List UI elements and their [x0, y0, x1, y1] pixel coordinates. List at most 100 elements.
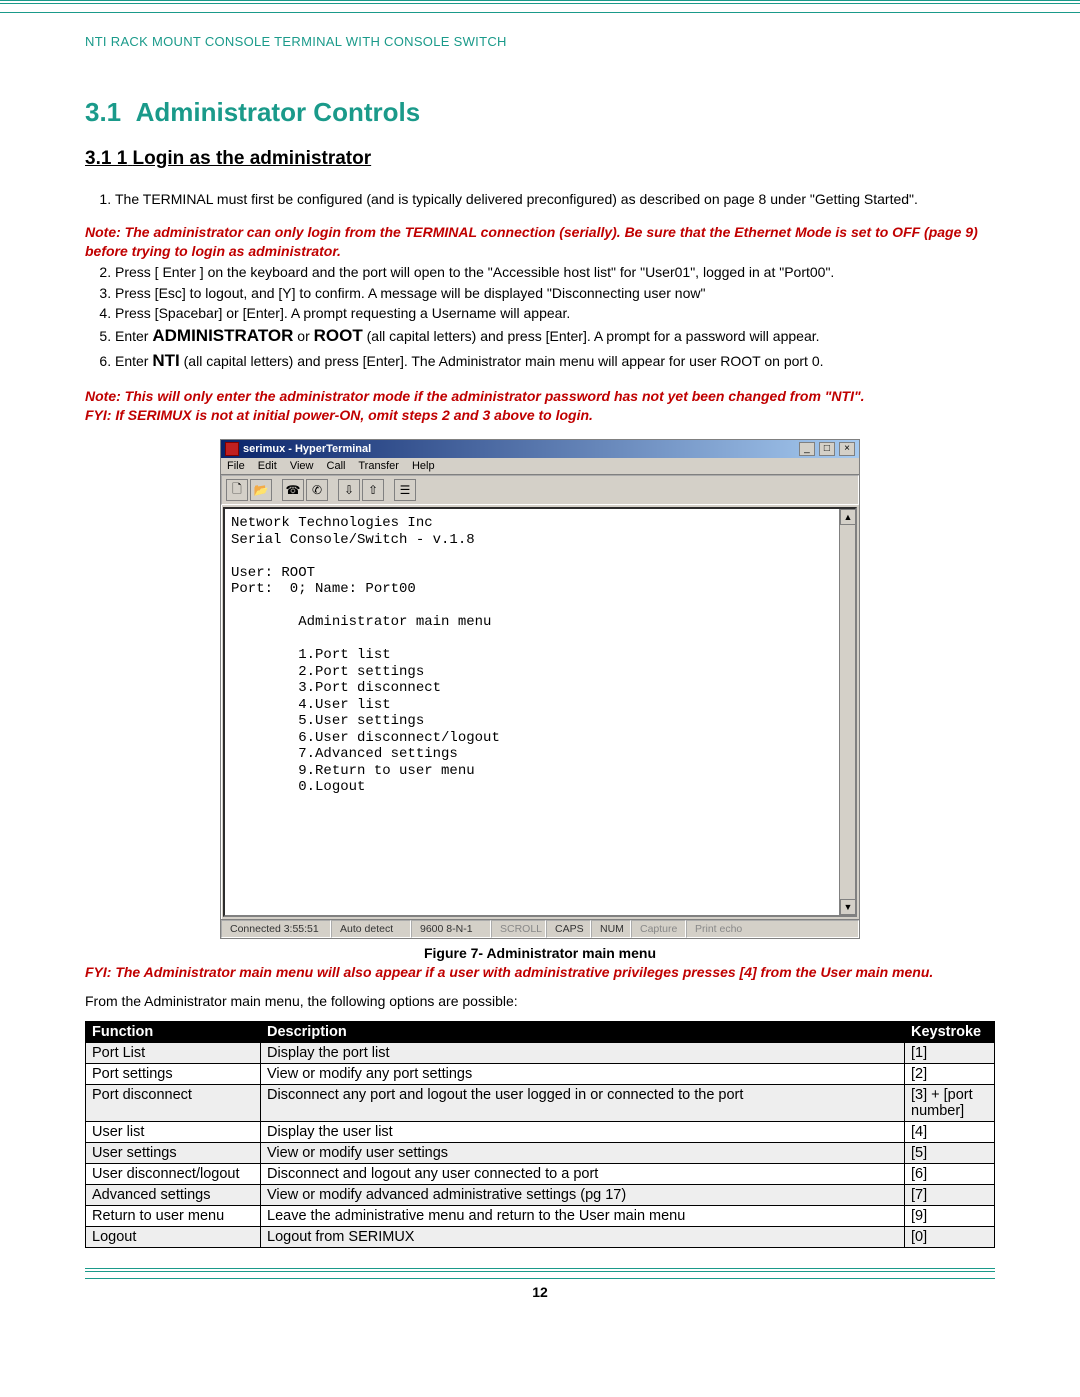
- kw-root: ROOT: [314, 326, 363, 345]
- cell-description: Logout from SERIMUX: [261, 1226, 905, 1247]
- vertical-scrollbar[interactable]: ▲ ▼: [839, 509, 855, 915]
- subsection-number: 3.1 1: [85, 148, 127, 169]
- cell-keystroke: [5]: [905, 1142, 995, 1163]
- fyi-after-figure: FYI: The Administrator main menu will al…: [85, 963, 995, 982]
- cell-description: Leave the administrative menu and return…: [261, 1205, 905, 1226]
- cell-keystroke: [3] + [port number]: [905, 1084, 995, 1121]
- table-row: Return to user menuLeave the administrat…: [86, 1205, 995, 1226]
- menu-view[interactable]: View: [290, 460, 314, 472]
- note-admin-serial: Note: The administrator can only login f…: [85, 223, 995, 261]
- figure-caption: Figure 7- Administrator main menu: [85, 945, 995, 961]
- cell-description: View or modify advanced administrative s…: [261, 1184, 905, 1205]
- cell-description: View or modify user settings: [261, 1142, 905, 1163]
- step-6-text-a: Enter: [115, 353, 152, 369]
- menu-transfer[interactable]: Transfer: [358, 460, 399, 472]
- step-5: Enter ADMINISTRATOR or ROOT (all capital…: [115, 325, 995, 348]
- footer-rule: [85, 1268, 995, 1276]
- cell-function: User list: [86, 1121, 261, 1142]
- cell-function: Advanced settings: [86, 1184, 261, 1205]
- cell-description: Disconnect and logout any user connected…: [261, 1163, 905, 1184]
- app-icon: [225, 442, 239, 456]
- subsection-heading: 3.1 1 Login as the administrator: [85, 148, 995, 170]
- running-header: NTI RACK MOUNT CONSOLE TERMINAL WITH CON…: [85, 34, 995, 49]
- toolbar: 🗋 📂 ☎ ✆ ⇩ ⇧ ☰: [221, 475, 859, 505]
- cell-function: User disconnect/logout: [86, 1163, 261, 1184]
- step-6: Enter NTI (all capital letters) and pres…: [115, 350, 995, 373]
- new-icon[interactable]: 🗋: [226, 479, 248, 501]
- scroll-down-icon[interactable]: ▼: [840, 899, 856, 915]
- section-title: Administrator Controls: [136, 97, 421, 127]
- status-baud: 9600 8-N-1: [411, 920, 491, 938]
- table-row: Advanced settingsView or modify advanced…: [86, 1184, 995, 1205]
- cell-description: Display the user list: [261, 1121, 905, 1142]
- receive-icon[interactable]: ⇧: [362, 479, 384, 501]
- function-table: Function Description Keystroke Port List…: [85, 1021, 995, 1248]
- kw-nti: NTI: [152, 351, 179, 370]
- maximize-icon[interactable]: □: [819, 442, 835, 456]
- section-number: 3.1: [85, 97, 121, 127]
- status-detect: Auto detect: [331, 920, 411, 938]
- table-row: User listDisplay the user list[4]: [86, 1121, 995, 1142]
- login-step-list-cont: Press [ Enter ] on the keyboard and the …: [85, 263, 995, 374]
- step-5-text-c: or: [293, 328, 313, 344]
- page-number: 12: [85, 1284, 995, 1300]
- subsection-title: Login as the administrator: [133, 148, 372, 169]
- table-row: Port ListDisplay the port list[1]: [86, 1042, 995, 1063]
- menu-file[interactable]: File: [227, 460, 245, 472]
- close-icon[interactable]: ×: [839, 442, 855, 456]
- cell-keystroke: [9]: [905, 1205, 995, 1226]
- step-3: Press [Esc] to logout, and [Y] to confir…: [115, 284, 995, 303]
- cell-function: Logout: [86, 1226, 261, 1247]
- note-password: Note: This will only enter the administr…: [85, 387, 995, 406]
- note-poweron: FYI: If SERIMUX is not at initial power-…: [85, 406, 995, 425]
- cell-keystroke: [6]: [905, 1163, 995, 1184]
- cell-function: User settings: [86, 1142, 261, 1163]
- terminal-body[interactable]: Network Technologies Inc Serial Console/…: [223, 507, 857, 917]
- col-description: Description: [261, 1021, 905, 1042]
- terminal-output: Network Technologies Inc Serial Console/…: [231, 515, 849, 796]
- call-icon[interactable]: ☎: [282, 479, 304, 501]
- table-row: Port disconnectDisconnect any port and l…: [86, 1084, 995, 1121]
- status-bar: Connected 3:55:51 Auto detect 9600 8-N-1…: [221, 919, 859, 938]
- cell-description: Disconnect any port and logout the user …: [261, 1084, 905, 1121]
- minimize-icon[interactable]: _: [799, 442, 815, 456]
- hangup-icon[interactable]: ✆: [306, 479, 328, 501]
- menu-edit[interactable]: Edit: [258, 460, 277, 472]
- menu-call[interactable]: Call: [327, 460, 346, 472]
- cell-keystroke: [7]: [905, 1184, 995, 1205]
- status-echo: Print echo: [686, 920, 859, 938]
- window-title: serimux - HyperTerminal: [243, 443, 371, 455]
- section-heading: 3.1 Administrator Controls: [85, 97, 995, 128]
- cell-keystroke: [0]: [905, 1226, 995, 1247]
- table-row: Port settingsView or modify any port set…: [86, 1063, 995, 1084]
- menu-bar[interactable]: File Edit View Call Transfer Help: [221, 458, 859, 475]
- cell-function: Return to user menu: [86, 1205, 261, 1226]
- hyperterminal-window: serimux - HyperTerminal _ □ × File Edit …: [220, 439, 860, 939]
- scroll-up-icon[interactable]: ▲: [840, 509, 856, 525]
- status-capture: Capture: [631, 920, 686, 938]
- window-titlebar[interactable]: serimux - HyperTerminal _ □ ×: [221, 440, 859, 458]
- cell-description: View or modify any port settings: [261, 1063, 905, 1084]
- step-2: Press [ Enter ] on the keyboard and the …: [115, 263, 995, 282]
- step-5-text-a: Enter: [115, 328, 152, 344]
- cell-keystroke: [2]: [905, 1063, 995, 1084]
- properties-icon[interactable]: ☰: [394, 479, 416, 501]
- col-keystroke: Keystroke: [905, 1021, 995, 1042]
- send-icon[interactable]: ⇩: [338, 479, 360, 501]
- table-row: User disconnect/logoutDisconnect and log…: [86, 1163, 995, 1184]
- step-6-text-c: (all capital letters) and press [Enter].…: [180, 353, 824, 369]
- note-block: Note: This will only enter the administr…: [85, 387, 995, 425]
- status-scroll: SCROLL: [491, 920, 546, 938]
- table-row: LogoutLogout from SERIMUX[0]: [86, 1226, 995, 1247]
- login-step-list: The TERMINAL must first be configured (a…: [85, 190, 995, 209]
- menu-help[interactable]: Help: [412, 460, 435, 472]
- status-time: Connected 3:55:51: [221, 920, 331, 938]
- table-row: User settingsView or modify user setting…: [86, 1142, 995, 1163]
- kw-administrator: ADMINISTRATOR: [152, 326, 293, 345]
- step-4: Press [Spacebar] or [Enter]. A prompt re…: [115, 304, 995, 323]
- table-intro-text: From the Administrator main menu, the fo…: [85, 992, 995, 1011]
- status-caps: CAPS: [546, 920, 591, 938]
- open-icon[interactable]: 📂: [250, 479, 272, 501]
- cell-function: Port List: [86, 1042, 261, 1063]
- cell-keystroke: [1]: [905, 1042, 995, 1063]
